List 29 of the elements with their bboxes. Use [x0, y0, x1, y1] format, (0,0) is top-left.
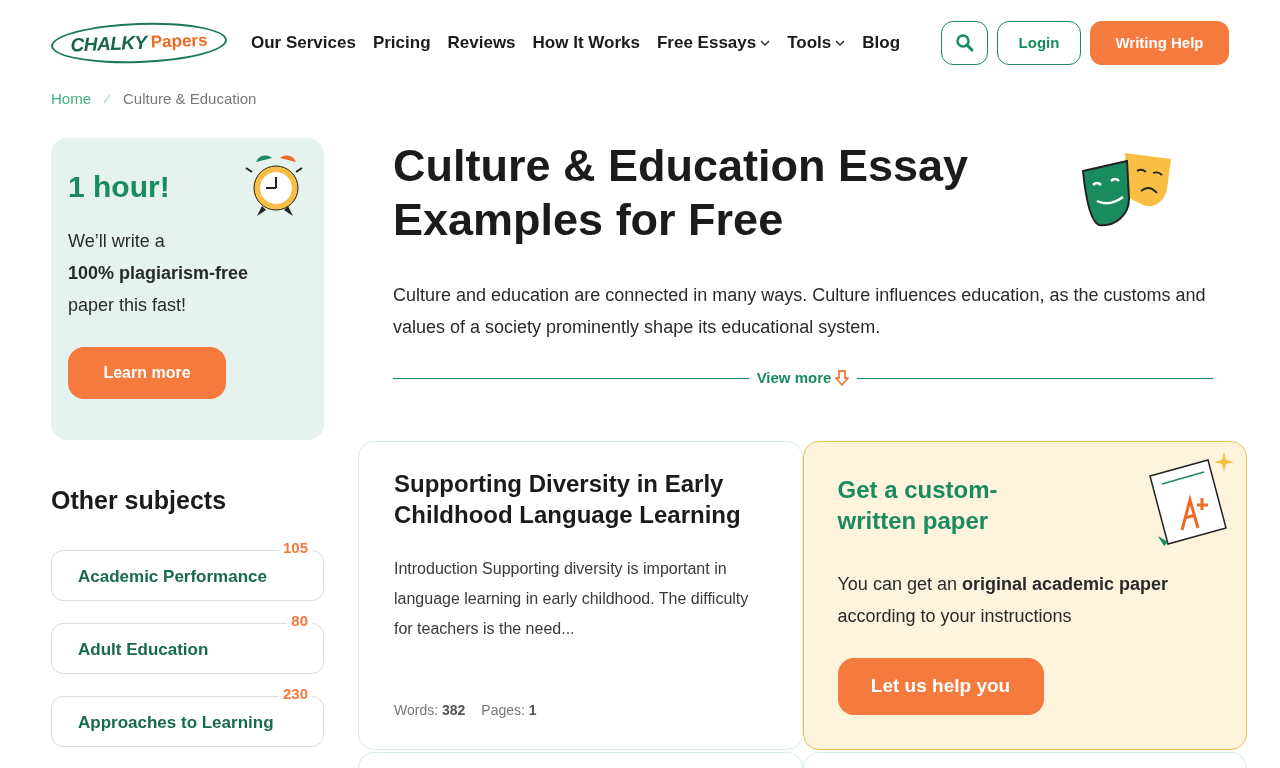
intro-text: Culture and education are connected in many ways. Culture influences education, as the customs and values of a society prominently shape its educational system.	[393, 284, 1207, 339]
nav-link[interactable]: Pricing	[372, 30, 431, 56]
custom-paper-text: You can get an original academic paper according to your instructions	[837, 572, 1170, 628]
theater-masks-icon	[1081, 151, 1173, 229]
promo-title: 1 hour!	[68, 169, 170, 205]
word-count: Words: 382	[394, 700, 466, 720]
login-button[interactable]: Login	[997, 21, 1081, 65]
breadcrumb-current: Culture & Education	[123, 88, 257, 109]
search-button[interactable]	[941, 21, 988, 65]
logo-wordmark: CHALKY	[70, 30, 148, 58]
logo-wordmark: Papers	[150, 29, 208, 54]
page-title: Culture & Education Essay Examples for Free	[393, 139, 970, 247]
nav-link[interactable]: Reviews	[447, 30, 516, 56]
essay-card[interactable]	[358, 440, 803, 750]
promo-text: We’ll write a 100% plagiarism-free paper this fast!	[68, 230, 250, 317]
nav-link[interactable]: How It Works	[532, 30, 640, 56]
essay-title: Supporting Diversity in Early Childhood Language Learning	[394, 468, 742, 530]
nav-link[interactable]: Tools	[787, 30, 846, 56]
view-more-link[interactable]: View more	[756, 367, 850, 390]
page-count: Pages: 1	[481, 700, 537, 720]
nav-link[interactable]: Our Services	[251, 30, 356, 56]
custom-paper-title: Get a custom-written paper	[837, 474, 999, 536]
nav-link[interactable]: Free Essays	[656, 30, 771, 56]
slash-separator-icon	[103, 94, 111, 104]
nav-link[interactable]: Blog	[862, 30, 901, 56]
essay-excerpt: Introduction Supporting diversity is important in language learning in early childhood. The difficulty for teachers is the need...	[394, 558, 750, 639]
arrow-down-icon	[835, 370, 850, 387]
search-icon	[954, 33, 975, 53]
section-heading: Other subjects	[51, 485, 228, 516]
